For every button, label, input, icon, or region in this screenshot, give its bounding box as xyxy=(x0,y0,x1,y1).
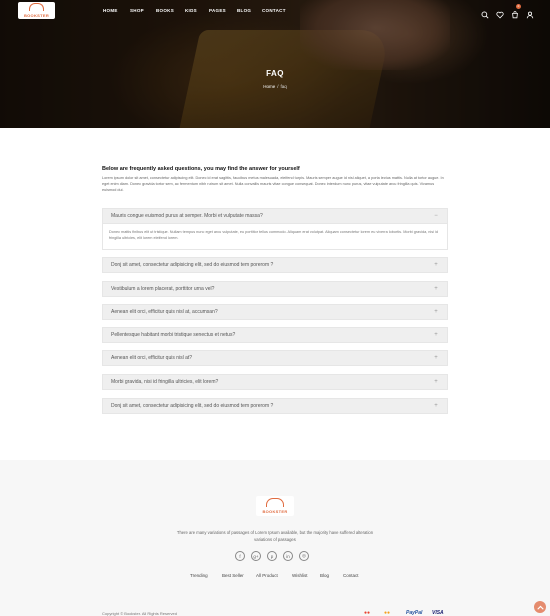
faq-question: Aenean elit orci, efficitur quis nisl at… xyxy=(111,309,218,315)
faq-question-header[interactable]: Aenean elit orci, efficitur quis nisl at… xyxy=(102,304,448,320)
page-title: FAQ xyxy=(266,69,284,78)
footer-link-best-seller[interactable]: Best Seller xyxy=(222,573,244,578)
breadcrumb: Home / faq xyxy=(0,84,550,89)
mastercard-icon: ●● xyxy=(384,610,391,616)
faq-question-header[interactable]: Mauris congue euismod purus at semper. M… xyxy=(102,208,448,224)
minus-icon[interactable]: − xyxy=(433,213,439,219)
nav-pages[interactable]: PAGES xyxy=(209,8,226,13)
footer-description: There are many variations of passages of… xyxy=(176,530,374,542)
faq-question: Mauris congue euismod purus at semper. M… xyxy=(111,213,263,219)
faq-question: Vestibulum a lorem placerat, porttitor u… xyxy=(111,286,215,292)
faq-intro-text: Lorem ipsum dolor sit amet, consectetur … xyxy=(102,176,444,192)
plus-icon[interactable]: + xyxy=(433,355,439,361)
paypal-icon: PayPal xyxy=(406,610,423,616)
footer-links: Trending Best Seller All Product Wishlis… xyxy=(0,573,550,581)
nav-home[interactable]: HOME xyxy=(103,8,118,13)
faq-question-header[interactable]: Pellentesque habitant morbi tristique se… xyxy=(102,327,448,343)
faq-item: Mauris congue euismod purus at semper. M… xyxy=(102,208,448,250)
faq-question: Donj sit amet, consectetur adipisicing e… xyxy=(111,403,274,409)
chevron-up-icon xyxy=(536,605,544,610)
faq-answer: Donec mattis finibus elit ut tristique. … xyxy=(102,224,448,250)
faq-item: Pellentesque habitant morbi tristique se… xyxy=(102,327,448,343)
footer-link-all-product[interactable]: All Product xyxy=(256,573,278,578)
faq-intro-title: Below are frequently asked questions, yo… xyxy=(102,166,300,172)
cart-icon[interactable]: 0 xyxy=(511,4,521,19)
faq-item: Aenean elit orci, efficitur quis nisl at… xyxy=(102,350,448,366)
faq-question-header[interactable]: Donj sit amet, consectetur adipisicing e… xyxy=(102,257,448,273)
footer-link-wishlist[interactable]: Wishlist xyxy=(292,573,308,578)
facebook-icon[interactable]: f xyxy=(235,551,245,561)
faq-question: Morbi gravida, nisi id fringilla ultrici… xyxy=(111,379,219,385)
cart-count-badge: 0 xyxy=(516,4,521,9)
faq-question-header[interactable]: Donj sit amet, consectetur adipisicing e… xyxy=(102,398,448,414)
nav-blog[interactable]: BLOG xyxy=(237,8,251,13)
breadcrumb-separator: / xyxy=(277,84,279,89)
plus-icon[interactable]: + xyxy=(433,286,439,292)
plus-icon[interactable]: + xyxy=(433,309,439,315)
footer-link-trending[interactable]: Trending xyxy=(190,573,208,578)
header-actions: 0 xyxy=(481,4,536,19)
google-plus-icon[interactable]: g+ xyxy=(251,551,261,561)
nav-kids[interactable]: KIDS xyxy=(185,8,197,13)
page-hero: BOOKSTER HOME SHOP BOOKS KIDS PAGES BLOG… xyxy=(0,0,550,128)
site-footer: BOOKSTER There are many variations of pa… xyxy=(0,460,550,616)
copyright-text: Copyright © Bookster. All Rights Reserve… xyxy=(102,611,177,616)
visa-icon: VISA xyxy=(432,610,444,616)
faq-item: Aenean elit orci, efficitur quis nisl at… xyxy=(102,304,448,320)
faq-item: Morbi gravida, nisi id fringilla ultrici… xyxy=(102,374,448,390)
back-to-top-button[interactable] xyxy=(534,601,546,613)
faq-item: Donj sit amet, consectetur adipisicing e… xyxy=(102,398,448,414)
faq-question: Pellentesque habitant morbi tristique se… xyxy=(111,332,236,338)
faq-item: Vestibulum a lorem placerat, porttitor u… xyxy=(102,281,448,297)
plus-icon[interactable]: + xyxy=(433,332,439,338)
faq-question-header[interactable]: Morbi gravida, nisi id fringilla ultrici… xyxy=(102,374,448,390)
plus-icon[interactable]: + xyxy=(433,379,439,385)
footer-link-contact[interactable]: Contact xyxy=(343,573,359,578)
site-logo[interactable]: BOOKSTER xyxy=(18,2,55,19)
faq-item: Donj sit amet, consectetur adipisicing e… xyxy=(102,257,448,273)
faq-question-header[interactable]: Vestibulum a lorem placerat, porttitor u… xyxy=(102,281,448,297)
pinterest-icon[interactable]: p xyxy=(267,551,277,561)
linkedin-icon[interactable]: in xyxy=(283,551,293,561)
logo-text: BOOKSTER xyxy=(23,13,50,18)
plus-icon[interactable]: + xyxy=(433,403,439,409)
breadcrumb-home[interactable]: Home xyxy=(263,84,275,89)
faq-question-header[interactable]: Aenean elit orci, efficitur quis nisl at… xyxy=(102,350,448,366)
faq-question: Aenean elit orci, efficitur quis nisl at… xyxy=(111,355,193,361)
footer-link-blog[interactable]: Blog xyxy=(320,573,329,578)
book-logo-icon xyxy=(29,3,44,11)
footer-logo-text: BOOKSTER xyxy=(262,509,288,514)
search-icon[interactable] xyxy=(481,6,489,19)
instagram-icon[interactable]: ◎ xyxy=(299,551,309,561)
user-icon[interactable] xyxy=(526,6,534,19)
mastercard-icon: ●● xyxy=(364,610,371,616)
faq-question: Donj sit amet, consectetur adipisicing e… xyxy=(111,262,274,268)
book-logo-icon xyxy=(266,498,284,507)
nav-contact[interactable]: CONTACT xyxy=(262,8,286,13)
footer-logo[interactable]: BOOKSTER xyxy=(256,496,294,516)
nav-shop[interactable]: SHOP xyxy=(130,8,144,13)
nav-books[interactable]: BOOKS xyxy=(156,8,174,13)
plus-icon[interactable]: + xyxy=(433,262,439,268)
heart-icon[interactable] xyxy=(496,6,504,19)
breadcrumb-current: faq xyxy=(280,84,287,89)
